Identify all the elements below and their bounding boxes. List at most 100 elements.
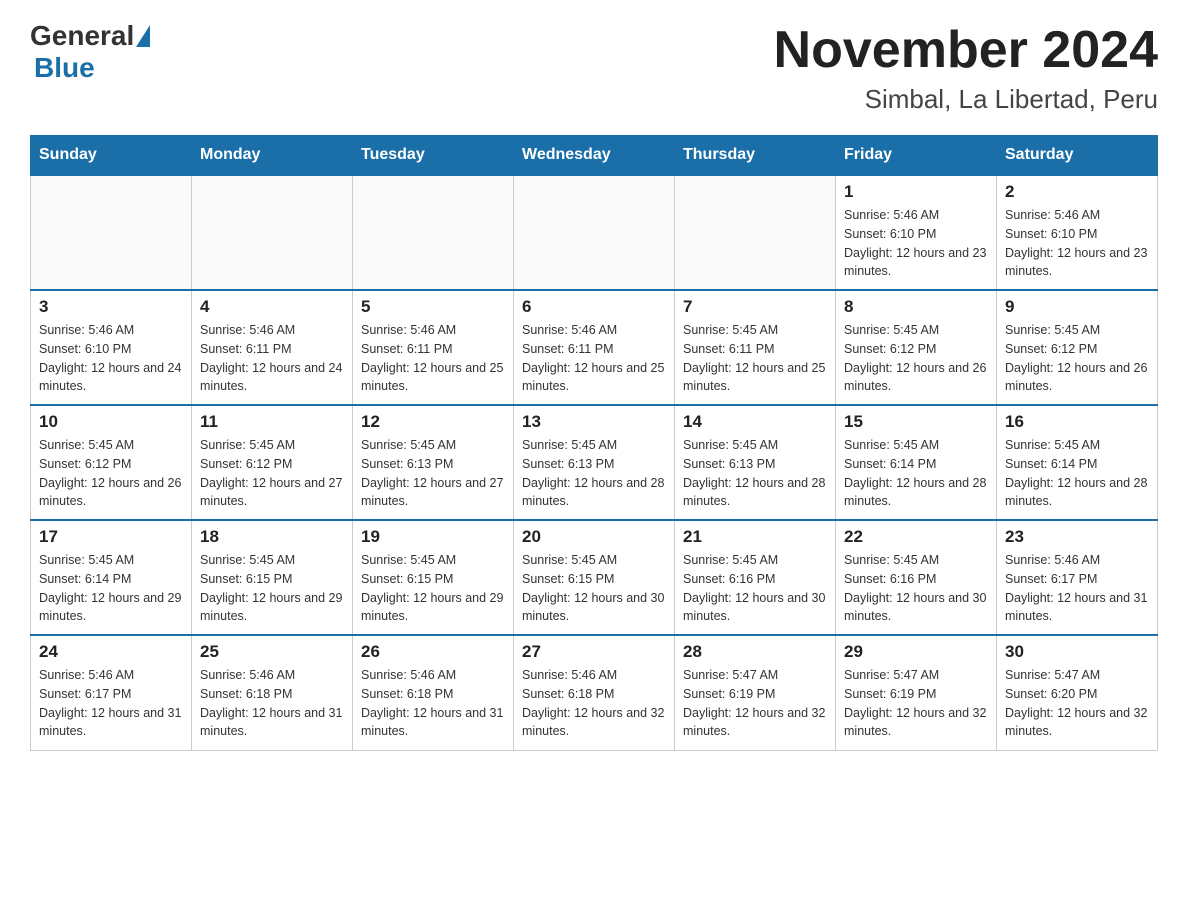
day-info: Sunrise: 5:45 AMSunset: 6:16 PMDaylight:… bbox=[844, 551, 988, 626]
calendar-day-cell bbox=[514, 175, 675, 290]
calendar-day-cell: 6 Sunrise: 5:46 AMSunset: 6:11 PMDaylight… bbox=[514, 290, 675, 405]
calendar-day-cell bbox=[675, 175, 836, 290]
day-info: Sunrise: 5:46 AMSunset: 6:17 PMDaylight:… bbox=[1005, 551, 1149, 626]
day-info: Sunrise: 5:45 AMSunset: 6:12 PMDaylight:… bbox=[200, 436, 344, 511]
day-info: Sunrise: 5:46 AMSunset: 6:10 PMDaylight:… bbox=[39, 321, 183, 396]
day-number: 28 bbox=[683, 642, 827, 662]
day-number: 21 bbox=[683, 527, 827, 547]
day-number: 30 bbox=[1005, 642, 1149, 662]
day-info: Sunrise: 5:46 AMSunset: 6:18 PMDaylight:… bbox=[361, 666, 505, 741]
calendar-day-cell: 3 Sunrise: 5:46 AMSunset: 6:10 PMDaylight… bbox=[31, 290, 192, 405]
calendar-day-cell: 4Sunrise: 5:46 AMSunset: 6:11 PMDaylight… bbox=[192, 290, 353, 405]
calendar-day-cell: 21 Sunrise: 5:45 AMSunset: 6:16 PMDayligh… bbox=[675, 520, 836, 635]
day-number: 10 bbox=[39, 412, 183, 432]
calendar-week-row: 1 Sunrise: 5:46 AMSunset: 6:10 PMDaylight… bbox=[31, 175, 1158, 290]
day-info: Sunrise: 5:46 AMSunset: 6:17 PMDaylight:… bbox=[39, 666, 183, 741]
calendar-day-cell: 24 Sunrise: 5:46 AMSunset: 6:17 PMDayligh… bbox=[31, 635, 192, 750]
day-number: 18 bbox=[200, 527, 344, 547]
calendar-day-cell: 27 Sunrise: 5:46 AMSunset: 6:18 PMDayligh… bbox=[514, 635, 675, 750]
calendar-day-cell: 20 Sunrise: 5:45 AMSunset: 6:15 PMDayligh… bbox=[514, 520, 675, 635]
day-number: 6 bbox=[522, 297, 666, 317]
calendar-day-header: Thursday bbox=[675, 136, 836, 176]
day-info: Sunrise: 5:46 AMSunset: 6:11 PMDaylight:… bbox=[200, 321, 344, 396]
day-info: Sunrise: 5:46 AMSunset: 6:11 PMDaylight:… bbox=[522, 321, 666, 396]
calendar-day-cell: 12 Sunrise: 5:45 AMSunset: 6:13 PMDayligh… bbox=[353, 405, 514, 520]
calendar-week-row: 24 Sunrise: 5:46 AMSunset: 6:17 PMDayligh… bbox=[31, 635, 1158, 750]
day-info: Sunrise: 5:47 AMSunset: 6:20 PMDaylight:… bbox=[1005, 666, 1149, 741]
calendar-day-header: Friday bbox=[836, 136, 997, 176]
calendar-table: SundayMondayTuesdayWednesdayThursdayFrid… bbox=[30, 135, 1158, 751]
day-number: 11 bbox=[200, 412, 344, 432]
day-info: Sunrise: 5:45 AMSunset: 6:14 PMDaylight:… bbox=[1005, 436, 1149, 511]
day-number: 8 bbox=[844, 297, 988, 317]
day-number: 7 bbox=[683, 297, 827, 317]
day-info: Sunrise: 5:45 AMSunset: 6:12 PMDaylight:… bbox=[1005, 321, 1149, 396]
calendar-day-cell: 23Sunrise: 5:46 AMSunset: 6:17 PMDayligh… bbox=[997, 520, 1158, 635]
day-info: Sunrise: 5:45 AMSunset: 6:12 PMDaylight:… bbox=[39, 436, 183, 511]
calendar-day-header: Tuesday bbox=[353, 136, 514, 176]
calendar-day-header: Monday bbox=[192, 136, 353, 176]
calendar-week-row: 3 Sunrise: 5:46 AMSunset: 6:10 PMDaylight… bbox=[31, 290, 1158, 405]
day-info: Sunrise: 5:45 AMSunset: 6:16 PMDaylight:… bbox=[683, 551, 827, 626]
day-info: Sunrise: 5:45 AMSunset: 6:13 PMDaylight:… bbox=[522, 436, 666, 511]
calendar-day-cell: 19 Sunrise: 5:45 AMSunset: 6:15 PMDayligh… bbox=[353, 520, 514, 635]
day-number: 2 bbox=[1005, 182, 1149, 202]
calendar-day-header: Sunday bbox=[31, 136, 192, 176]
day-info: Sunrise: 5:45 AMSunset: 6:14 PMDaylight:… bbox=[39, 551, 183, 626]
day-info: Sunrise: 5:45 AMSunset: 6:15 PMDaylight:… bbox=[200, 551, 344, 626]
calendar-header-row: SundayMondayTuesdayWednesdayThursdayFrid… bbox=[31, 136, 1158, 176]
calendar-day-cell: 5 Sunrise: 5:46 AMSunset: 6:11 PMDaylight… bbox=[353, 290, 514, 405]
day-info: Sunrise: 5:45 AMSunset: 6:15 PMDaylight:… bbox=[361, 551, 505, 626]
day-number: 3 bbox=[39, 297, 183, 317]
day-info: Sunrise: 5:46 AMSunset: 6:18 PMDaylight:… bbox=[522, 666, 666, 741]
month-title: November 2024 bbox=[774, 20, 1158, 80]
calendar-day-cell: 16Sunrise: 5:45 AMSunset: 6:14 PMDayligh… bbox=[997, 405, 1158, 520]
calendar-day-cell: 17 Sunrise: 5:45 AMSunset: 6:14 PMDayligh… bbox=[31, 520, 192, 635]
location-title: Simbal, La Libertad, Peru bbox=[774, 84, 1158, 115]
title-block: November 2024 Simbal, La Libertad, Peru bbox=[774, 20, 1158, 115]
calendar-day-cell: 13 Sunrise: 5:45 AMSunset: 6:13 PMDayligh… bbox=[514, 405, 675, 520]
day-info: Sunrise: 5:47 AMSunset: 6:19 PMDaylight:… bbox=[844, 666, 988, 741]
calendar-day-cell: 10 Sunrise: 5:45 AMSunset: 6:12 PMDayligh… bbox=[31, 405, 192, 520]
day-info: Sunrise: 5:46 AMSunset: 6:10 PMDaylight:… bbox=[1005, 206, 1149, 281]
calendar-day-cell: 9 Sunrise: 5:45 AMSunset: 6:12 PMDaylight… bbox=[997, 290, 1158, 405]
page-header: General Blue November 2024 Simbal, La Li… bbox=[30, 20, 1158, 115]
calendar-week-row: 10 Sunrise: 5:45 AMSunset: 6:12 PMDayligh… bbox=[31, 405, 1158, 520]
calendar-day-cell: 11 Sunrise: 5:45 AMSunset: 6:12 PMDayligh… bbox=[192, 405, 353, 520]
day-info: Sunrise: 5:45 AMSunset: 6:13 PMDaylight:… bbox=[683, 436, 827, 511]
day-number: 29 bbox=[844, 642, 988, 662]
calendar-day-cell: 2 Sunrise: 5:46 AMSunset: 6:10 PMDaylight… bbox=[997, 175, 1158, 290]
day-info: Sunrise: 5:45 AMSunset: 6:13 PMDaylight:… bbox=[361, 436, 505, 511]
calendar-day-cell: 26Sunrise: 5:46 AMSunset: 6:18 PMDayligh… bbox=[353, 635, 514, 750]
calendar-day-cell: 28Sunrise: 5:47 AMSunset: 6:19 PMDayligh… bbox=[675, 635, 836, 750]
day-number: 20 bbox=[522, 527, 666, 547]
calendar-day-cell: 30 Sunrise: 5:47 AMSunset: 6:20 PMDayligh… bbox=[997, 635, 1158, 750]
day-number: 14 bbox=[683, 412, 827, 432]
day-number: 25 bbox=[200, 642, 344, 662]
day-number: 5 bbox=[361, 297, 505, 317]
calendar-day-cell: 15Sunrise: 5:45 AMSunset: 6:14 PMDayligh… bbox=[836, 405, 997, 520]
day-number: 12 bbox=[361, 412, 505, 432]
calendar-day-cell bbox=[192, 175, 353, 290]
calendar-week-row: 17 Sunrise: 5:45 AMSunset: 6:14 PMDayligh… bbox=[31, 520, 1158, 635]
calendar-day-cell: 22 Sunrise: 5:45 AMSunset: 6:16 PMDayligh… bbox=[836, 520, 997, 635]
day-number: 9 bbox=[1005, 297, 1149, 317]
logo-triangle-icon bbox=[136, 25, 150, 47]
day-number: 13 bbox=[522, 412, 666, 432]
day-info: Sunrise: 5:45 AMSunset: 6:15 PMDaylight:… bbox=[522, 551, 666, 626]
day-number: 1 bbox=[844, 182, 988, 202]
day-number: 27 bbox=[522, 642, 666, 662]
calendar-day-cell: 18 Sunrise: 5:45 AMSunset: 6:15 PMDayligh… bbox=[192, 520, 353, 635]
day-number: 24 bbox=[39, 642, 183, 662]
day-number: 19 bbox=[361, 527, 505, 547]
day-info: Sunrise: 5:46 AMSunset: 6:11 PMDaylight:… bbox=[361, 321, 505, 396]
logo: General Blue bbox=[30, 20, 152, 84]
logo-general-text: General bbox=[30, 20, 134, 52]
calendar-day-cell: 29 Sunrise: 5:47 AMSunset: 6:19 PMDayligh… bbox=[836, 635, 997, 750]
day-number: 17 bbox=[39, 527, 183, 547]
day-number: 22 bbox=[844, 527, 988, 547]
calendar-day-cell bbox=[353, 175, 514, 290]
day-info: Sunrise: 5:46 AMSunset: 6:10 PMDaylight:… bbox=[844, 206, 988, 281]
day-info: Sunrise: 5:45 AMSunset: 6:14 PMDaylight:… bbox=[844, 436, 988, 511]
logo-blue-text: Blue bbox=[34, 52, 95, 83]
